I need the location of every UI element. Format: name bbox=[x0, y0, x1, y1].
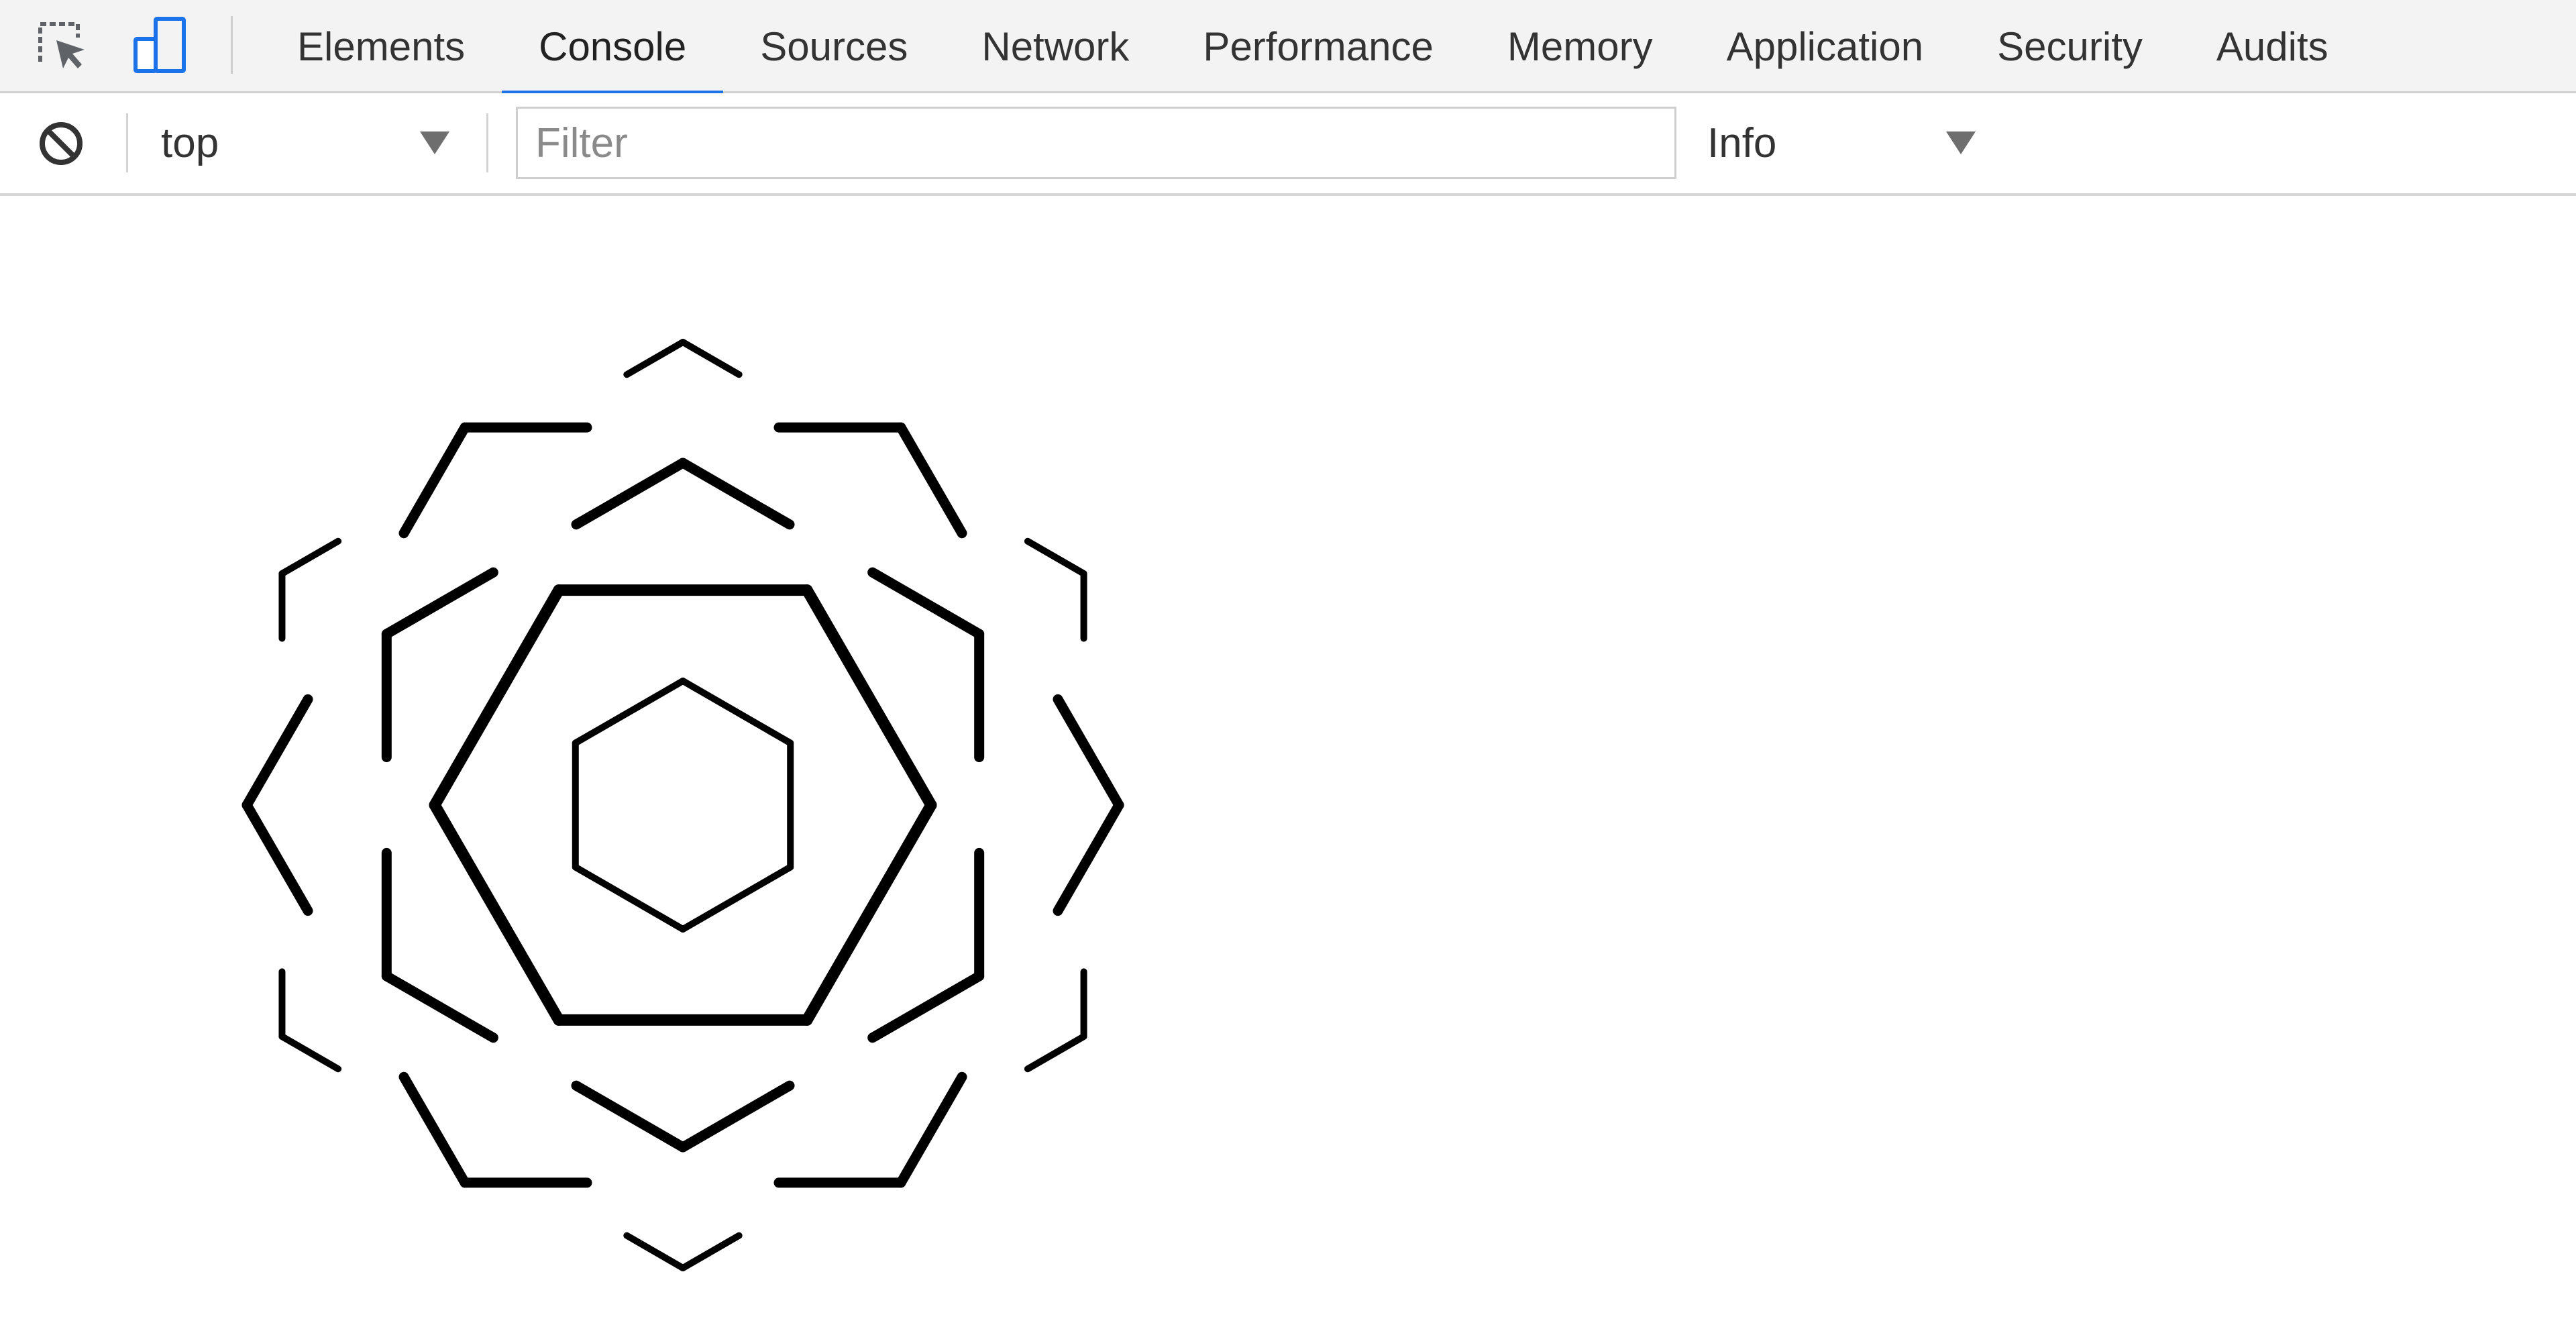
toolbar-separator bbox=[126, 113, 128, 172]
outer-broken-hexagon-stroke bbox=[241, 800, 313, 916]
console-toolbar: top Info bbox=[0, 93, 2576, 196]
tab-elements[interactable]: Elements bbox=[260, 0, 502, 93]
panel-tabs: Elements Console Sources Network Performance… bbox=[260, 0, 2365, 95]
middle-hexagon-stroke bbox=[429, 584, 565, 811]
device-toolbar-button[interactable] bbox=[131, 15, 192, 75]
tab-sources[interactable]: Sources bbox=[723, 0, 945, 93]
log-level-value: Info bbox=[1707, 119, 1777, 166]
middle-hexagon-stroke bbox=[801, 584, 937, 811]
clear-console-button[interactable] bbox=[31, 113, 91, 174]
broken-hexagon-stroke bbox=[381, 567, 498, 639]
middle-hexagon-stroke bbox=[429, 799, 565, 1026]
inspect-element-button[interactable] bbox=[31, 15, 91, 75]
tab-memory[interactable]: Memory bbox=[1470, 0, 1690, 93]
middle-hexagon-stroke bbox=[801, 799, 937, 1026]
outer-broken-hexagon-stroke bbox=[241, 694, 313, 810]
outermost-chevron-stroke bbox=[1024, 1033, 1087, 1073]
filter-input[interactable] bbox=[516, 107, 1676, 179]
tab-bar-separator bbox=[231, 16, 233, 74]
devtools-tab-bar: Elements Console Sources Network Performance… bbox=[0, 0, 2576, 95]
outermost-chevron-stroke bbox=[278, 537, 342, 577]
outermost-chevron-stroke bbox=[680, 1232, 743, 1271]
tab-console[interactable]: Console bbox=[502, 0, 724, 95]
outermost-chevron-stroke bbox=[680, 339, 743, 378]
inner-hexagon-stroke bbox=[572, 863, 686, 933]
log-level-dropdown-arrow-icon bbox=[1946, 131, 1976, 154]
broken-hexagon-stroke bbox=[571, 458, 688, 530]
devtools-window: Elements Console Sources Network Performance… bbox=[0, 0, 2576, 1325]
context-select[interactable]: top bbox=[161, 105, 449, 180]
broken-hexagon-stroke bbox=[678, 1080, 795, 1153]
broken-hexagon-stroke bbox=[678, 458, 795, 530]
broken-hexagon-stroke bbox=[381, 971, 498, 1043]
outer-broken-hexagon-stroke bbox=[896, 1071, 967, 1188]
outermost-chevron-stroke bbox=[1024, 537, 1087, 577]
broken-hexagon-stroke bbox=[571, 1080, 688, 1153]
outermost-chevron-stroke bbox=[623, 1232, 686, 1271]
toolbar-separator bbox=[486, 113, 488, 172]
hexagon-mandala-drawing bbox=[241, 339, 1124, 1271]
tab-performance[interactable]: Performance bbox=[1166, 0, 1470, 93]
tab-audits[interactable]: Audits bbox=[2180, 0, 2365, 93]
console-output bbox=[0, 196, 2576, 1325]
tab-security[interactable]: Security bbox=[1960, 0, 2180, 93]
outer-broken-hexagon-stroke bbox=[896, 422, 967, 539]
outermost-chevron-stroke bbox=[623, 339, 686, 378]
log-level-select[interactable]: Info bbox=[1707, 105, 1976, 180]
outer-broken-hexagon-stroke bbox=[1053, 800, 1124, 916]
outermost-chevron-stroke bbox=[278, 1033, 342, 1073]
inner-hexagon-stroke bbox=[680, 678, 794, 747]
device-toolbar-icon bbox=[133, 17, 186, 73]
outer-broken-hexagon-stroke bbox=[398, 422, 470, 539]
broken-hexagon-stroke bbox=[867, 971, 985, 1043]
inner-hexagon-stroke bbox=[572, 678, 686, 747]
tab-network[interactable]: Network bbox=[945, 0, 1166, 93]
broken-hexagon-stroke bbox=[867, 567, 985, 639]
outer-broken-hexagon-stroke bbox=[398, 1071, 470, 1188]
clear-console-icon bbox=[40, 122, 83, 165]
tab-application[interactable]: Application bbox=[1690, 0, 1961, 93]
outer-broken-hexagon-stroke bbox=[1053, 694, 1124, 810]
context-dropdown-arrow-icon bbox=[420, 131, 449, 154]
inner-hexagon-stroke bbox=[680, 863, 794, 933]
inspect-element-icon bbox=[38, 22, 85, 68]
context-select-value: top bbox=[161, 119, 219, 166]
